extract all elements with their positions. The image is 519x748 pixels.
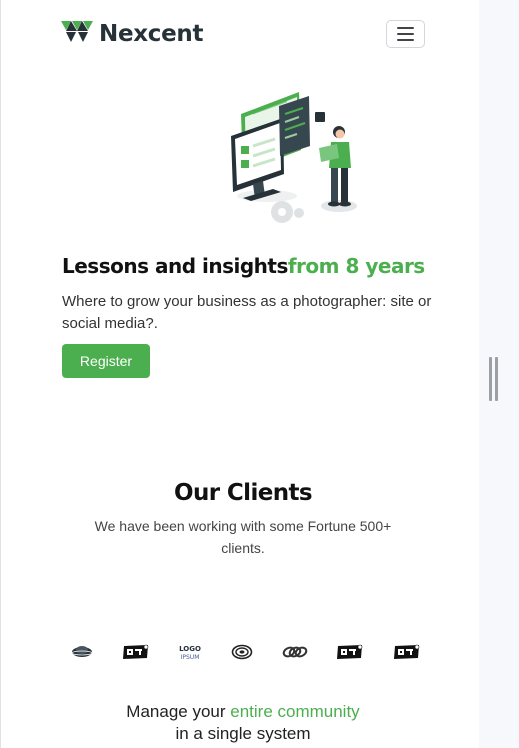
hero-title-main: Lessons and insights — [62, 254, 288, 278]
site-header: Nexcent — [61, 18, 427, 50]
page-viewport: Nexcent Lessons and insightsfrom 8 years… — [0, 0, 479, 748]
nexcent-logo-icon — [61, 20, 93, 49]
client-logo-5-icon — [282, 639, 308, 665]
register-button[interactable]: Register — [62, 344, 150, 378]
clients-title: Our Clients — [174, 480, 313, 506]
client-logo-1-icon — [71, 639, 93, 665]
hero-title: Lessons and insightsfrom 8 years — [62, 254, 462, 278]
svg-text:LOGO: LOGO — [179, 645, 201, 653]
brand-name: Nexcent — [99, 21, 204, 47]
brand-logo[interactable]: Nexcent — [61, 20, 203, 49]
community-title-start: Manage your — [126, 702, 231, 721]
client-logo-2-icon — [122, 639, 150, 665]
developer-illustration — [227, 84, 363, 226]
hamburger-menu-icon — [397, 27, 414, 41]
resize-handle[interactable] — [489, 357, 501, 401]
client-logo-7-icon — [393, 639, 421, 665]
menu-toggle-button[interactable] — [386, 20, 425, 48]
hero-title-accent: from 8 years — [287, 254, 425, 278]
svg-text:IPSUM: IPSUM — [181, 654, 200, 661]
community-title-accent: entire community — [230, 702, 360, 721]
client-logo-6-icon — [336, 639, 364, 665]
community-title: Manage your entire community in a single… — [61, 701, 425, 745]
clients-subtitle: We have been working with some Fortune 5… — [94, 518, 392, 556]
hero-subtitle: Where to grow your business as a photogr… — [62, 293, 432, 332]
client-logo-4-icon — [231, 639, 253, 665]
community-title-end: in a single system — [175, 724, 311, 743]
client-logo-3-icon: LOGO IPSUM — [178, 639, 202, 665]
client-logos: LOGO IPSUM — [71, 638, 421, 666]
